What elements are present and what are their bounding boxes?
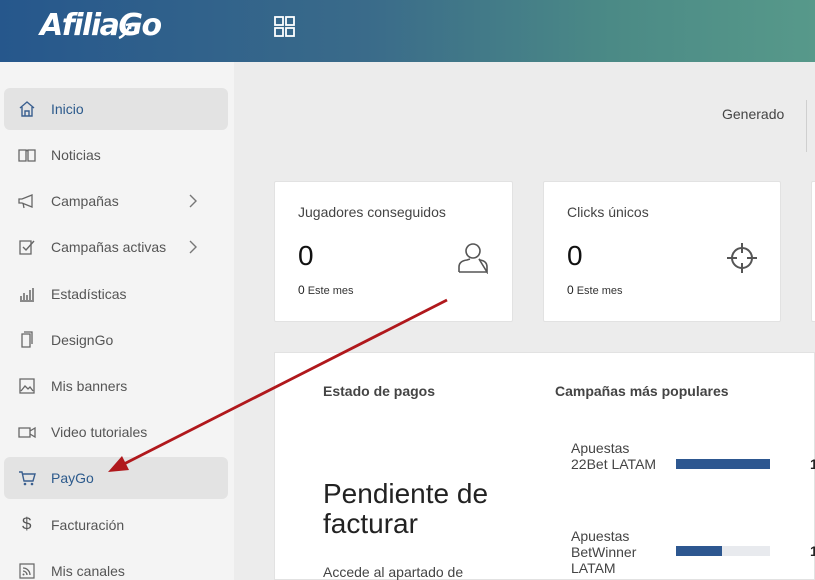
bar-chart-icon [20, 288, 34, 302]
campaign-bar-fill [676, 546, 723, 556]
dollar-icon: $ [22, 514, 32, 533]
checkbox-icon [19, 240, 35, 255]
divider [806, 100, 807, 152]
sidebar-item-label: PayGo [51, 470, 94, 486]
card-title: Clicks únicos [567, 204, 649, 220]
generado-label[interactable]: Generado [722, 106, 784, 122]
logo-swoosh-icon [118, 22, 133, 40]
card-subvalue: 0 Este mes [298, 283, 354, 297]
top-bar: AfiliaGo [0, 0, 815, 62]
campaign-bar-fill [676, 459, 770, 469]
pages-icon [21, 331, 33, 348]
payments-title: Estado de pagos [323, 383, 436, 399]
campaign-value: 1 [810, 543, 815, 559]
card-title: Jugadores conseguidos [298, 204, 446, 220]
summary-panel: Estado de pagos Campañas más populares P… [274, 352, 815, 580]
campaign-value: 1 [810, 456, 815, 472]
sidebar-item-designgo[interactable]: DesignGo [4, 319, 228, 361]
campaign-name[interactable]: Apuestas BetWinner LATAM [571, 528, 661, 576]
sidebar-item-paygo[interactable]: PayGo [4, 457, 228, 499]
sidebar-item-mis-banners[interactable]: Mis banners [4, 365, 228, 407]
afiliago-logo[interactable]: AfiliaGo [40, 8, 162, 43]
sidebar-item-campanas[interactable]: Campañas [4, 180, 228, 222]
grid-icon[interactable] [274, 16, 295, 37]
card-value: 0 [298, 240, 314, 271]
stat-card-clicks: Clicks únicos 0 0 Este mes [543, 181, 781, 322]
sidebar-item-video-tutoriales[interactable]: Video tutoriales [4, 411, 228, 453]
campaign-bar [676, 546, 770, 556]
megaphone-icon [18, 194, 33, 209]
sidebar-item-noticias[interactable]: Noticias [4, 134, 228, 176]
crosshair-icon [727, 243, 757, 273]
sidebar-item-label: Mis banners [51, 378, 128, 394]
sidebar-item-label: Estadísticas [51, 286, 127, 302]
cart-icon [19, 471, 36, 486]
sidebar-item-label: Facturación [51, 517, 125, 533]
chevron-right-icon [189, 240, 197, 254]
user-icon [458, 243, 488, 274]
sidebar-item-mis-canales[interactable]: Mis canales [4, 550, 228, 580]
image-icon [19, 378, 35, 394]
sidebar-item-campanas-activas[interactable]: Campañas activas [4, 226, 228, 268]
sidebar-item-label: Video tutoriales [51, 424, 148, 440]
sidebar-item-label: Mis canales [51, 563, 125, 579]
sidebar-item-label: Campañas [51, 193, 119, 209]
sidebar-item-label: DesignGo [51, 332, 114, 348]
sidebar-item-label: Noticias [51, 147, 101, 163]
stat-card-partial [811, 181, 815, 322]
rss-icon [19, 563, 35, 579]
home-icon [19, 101, 35, 117]
sidebar-item-estadisticas[interactable]: Estadísticas [4, 273, 228, 315]
card-value: 0 [567, 240, 583, 271]
sidebar-item-facturacion[interactable]: $ Facturación [4, 504, 228, 546]
payment-status: Pendiente de facturar [323, 478, 489, 539]
sidebar-item-label: Campañas activas [51, 239, 167, 255]
campaign-bar [676, 459, 770, 469]
video-icon [18, 426, 36, 439]
card-subvalue: 0 Este mes [567, 283, 623, 297]
stat-card-jugadores: Jugadores conseguidos 0 0 Este mes [274, 181, 513, 322]
payment-description: Accede al apartado de [323, 564, 464, 580]
sidebar: Inicio Noticias Campañas Campañas activa… [0, 62, 234, 580]
chevron-right-icon [189, 194, 197, 208]
sidebar-item-inicio[interactable]: Inicio [4, 88, 228, 130]
sidebar-item-label: Inicio [51, 101, 84, 117]
campaign-name[interactable]: Apuestas 22Bet LATAM [571, 440, 661, 472]
book-icon [18, 149, 36, 162]
popular-title: Campañas más populares [555, 383, 729, 399]
